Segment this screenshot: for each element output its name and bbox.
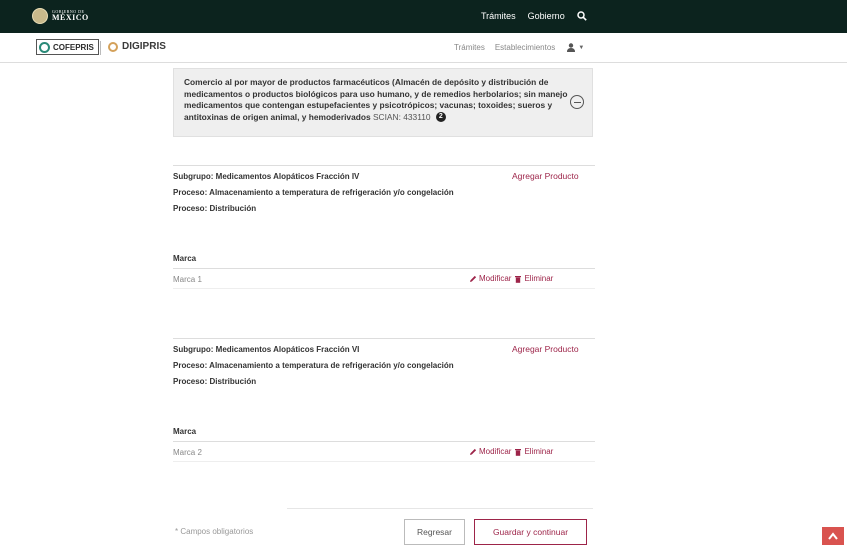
modificar-button[interactable]: Modificar: [469, 274, 511, 283]
guardar-continuar-button[interactable]: Guardar y continuar: [474, 519, 587, 545]
modificar-button[interactable]: Modificar: [469, 447, 511, 456]
app-header: COFEPRIS DIGIPRIS Trámites Establecimien…: [0, 33, 847, 63]
table-row: Marca 1 Modificar Eliminar: [173, 269, 595, 289]
logo-big-text: MÉXICO: [52, 13, 89, 22]
app-nav: Trámites Establecimientos ▼: [454, 43, 584, 52]
eliminar-button[interactable]: Eliminar: [514, 274, 553, 283]
eliminar-button[interactable]: Eliminar: [514, 447, 553, 456]
proceso-distribucion: Proceso: Distribución: [173, 377, 257, 386]
subgroup-section: Subgrupo: Medicamentos Alopáticos Fracci…: [173, 338, 595, 462]
search-icon[interactable]: [576, 11, 587, 21]
government-seal-icon: [32, 8, 48, 24]
gobierno-de-mexico-logo[interactable]: GOBIERNO DE MÉXICO: [32, 8, 89, 24]
pencil-icon: [470, 275, 477, 282]
nav-tramites[interactable]: Trámites: [454, 43, 485, 52]
proceso-distribucion: Proceso: Distribución: [173, 204, 257, 213]
government-nav: Trámites Gobierno: [481, 11, 587, 21]
user-menu[interactable]: ▼: [567, 43, 584, 52]
proceso-almacenamiento: Proceso: Almacenamiento a temperatura de…: [173, 188, 454, 197]
nav-establecimientos[interactable]: Establecimientos: [495, 43, 555, 52]
scroll-to-top-button[interactable]: [822, 527, 844, 545]
info-count-badge[interactable]: 2: [435, 112, 446, 123]
scian-info-box: Comercio al por mayor de productos farma…: [173, 68, 593, 137]
gov-nav-tramites[interactable]: Trámites: [481, 11, 516, 21]
agregar-producto-link[interactable]: Agregar Producto: [512, 171, 582, 182]
trash-icon: [515, 448, 522, 456]
marca-name: Marca 2: [173, 448, 202, 457]
chevron-up-icon: [828, 532, 838, 540]
government-top-bar: GOBIERNO DE MÉXICO Trámites Gobierno: [0, 0, 847, 33]
header-divider: [100, 41, 101, 55]
gov-nav-gobierno[interactable]: Gobierno: [528, 11, 565, 21]
marca-name: Marca 1: [173, 275, 202, 284]
marca-column-header: Marca: [173, 427, 595, 442]
digipris-icon: [108, 41, 118, 52]
agregar-producto-link[interactable]: Agregar Producto: [512, 344, 582, 355]
marca-column-header: Marca: [173, 254, 595, 269]
chevron-down-icon: ▼: [578, 44, 585, 51]
table-row: Marca 2 Modificar Eliminar: [173, 442, 595, 462]
cofepris-icon: [39, 41, 50, 53]
proceso-almacenamiento: Proceso: Almacenamiento a temperatura de…: [173, 361, 454, 370]
pencil-icon: [470, 448, 477, 455]
required-fields-note: * Campos obligatorios: [175, 527, 254, 536]
cofepris-logo[interactable]: COFEPRIS: [36, 39, 99, 55]
footer-divider: [287, 508, 593, 509]
collapse-icon[interactable]: [570, 95, 584, 109]
subgroup-section: Subgrupo: Medicamentos Alopáticos Fracci…: [173, 165, 595, 289]
digipris-logo[interactable]: DIGIPRIS: [108, 41, 166, 52]
scian-code: SCIAN: 433110: [372, 111, 431, 122]
regresar-button[interactable]: Regresar: [404, 519, 465, 545]
trash-icon: [515, 275, 522, 283]
user-icon: [567, 43, 576, 52]
